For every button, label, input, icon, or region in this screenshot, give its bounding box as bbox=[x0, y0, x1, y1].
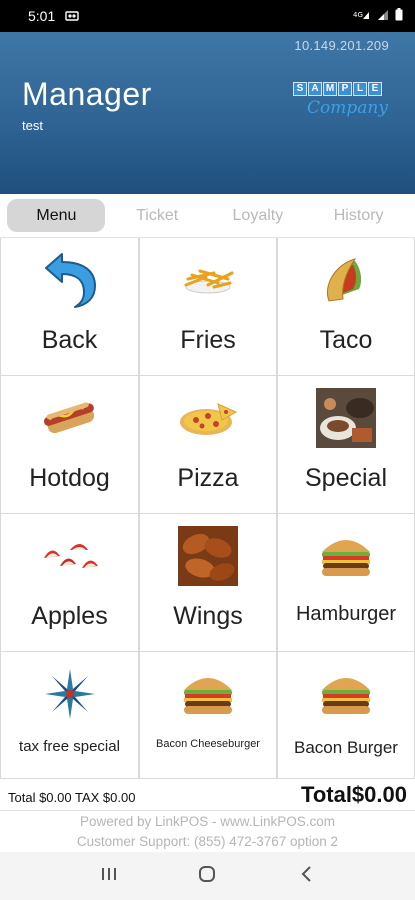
logo-letter: E bbox=[368, 82, 382, 96]
svg-text:4G: 4G bbox=[353, 11, 363, 19]
totals-bar: Total $0.00 TAX $0.00 Total$0.00 bbox=[0, 779, 415, 811]
menu-item-hamburger[interactable]: Hamburger bbox=[277, 514, 415, 652]
battery-icon bbox=[395, 8, 403, 24]
chevron-left-icon bbox=[300, 865, 312, 888]
menu-item-label: tax free special bbox=[19, 738, 120, 755]
powered-by-link[interactable]: Powered by LinkPOS - www.LinkPOS.com bbox=[0, 812, 415, 832]
logo-letter: S bbox=[293, 82, 307, 96]
tab-bar: Menu Ticket Loyalty History bbox=[0, 194, 415, 238]
menu-item-bacon-burger[interactable]: Bacon Burger bbox=[277, 652, 415, 779]
ip-address: 10.149.201.209 bbox=[294, 38, 389, 53]
menu-item-label: Taco bbox=[319, 326, 373, 354]
menu-item-taco[interactable]: Taco bbox=[277, 238, 415, 376]
wings-icon bbox=[176, 524, 240, 588]
menu-item-tax-free-special[interactable]: tax free special bbox=[0, 652, 139, 779]
menu-item-label: Fries bbox=[180, 326, 236, 354]
page-title: Manager bbox=[22, 76, 152, 112]
grand-total: Total$0.00 bbox=[301, 781, 407, 807]
app-header: 10.149.201.209 Manager test S A M P L E … bbox=[0, 32, 415, 194]
menu-item-label: Back bbox=[41, 326, 98, 354]
hamburger-icon bbox=[176, 662, 240, 726]
hamburger-icon bbox=[314, 524, 378, 588]
menu-item-hotdog[interactable]: Hotdog bbox=[0, 376, 139, 514]
status-time: 5:01 bbox=[28, 8, 56, 24]
back-arrow-icon bbox=[38, 248, 102, 312]
menu-item-apples[interactable]: Apples bbox=[0, 514, 139, 652]
system-nav-bar bbox=[0, 852, 415, 900]
tab-loyalty[interactable]: Loyalty bbox=[209, 199, 307, 232]
hotdog-icon bbox=[38, 386, 102, 450]
menu-item-label: Pizza bbox=[177, 464, 239, 492]
menu-item-fries[interactable]: Fries bbox=[139, 238, 277, 376]
menu-item-label: Hotdog bbox=[29, 464, 110, 492]
menu-item-label: Wings bbox=[173, 602, 243, 630]
logo-letter: P bbox=[338, 82, 352, 96]
logo-letter: A bbox=[308, 82, 322, 96]
company-logo: S A M P L E Company bbox=[293, 82, 395, 128]
menu-item-label: Bacon Burger bbox=[294, 738, 398, 757]
signal-icon bbox=[377, 9, 389, 24]
cast-icon bbox=[65, 8, 79, 24]
menu-item-label: Bacon Cheeseburger bbox=[156, 738, 260, 750]
totals-summary: Total $0.00 TAX $0.00 bbox=[8, 790, 136, 805]
menu-item-pizza[interactable]: Pizza bbox=[139, 376, 277, 514]
page-subtitle: test bbox=[22, 118, 43, 133]
logo-letter: M bbox=[323, 82, 337, 96]
logo-letter: L bbox=[353, 82, 367, 96]
star-burst-icon bbox=[38, 662, 102, 726]
hamburger-icon bbox=[314, 662, 378, 726]
wifi-4g-icon: 4G bbox=[353, 9, 371, 24]
support-text: Customer Support: (855) 472-3767 option … bbox=[76, 834, 339, 849]
menu-item-label: Special bbox=[305, 464, 387, 492]
special-plate-icon bbox=[314, 386, 378, 450]
recents-icon bbox=[100, 866, 118, 887]
tab-menu[interactable]: Menu bbox=[7, 199, 106, 232]
menu-item-special[interactable]: Special bbox=[277, 376, 415, 514]
fries-icon bbox=[176, 248, 240, 312]
tab-history[interactable]: History bbox=[310, 199, 408, 232]
logo-script: Company bbox=[307, 98, 388, 118]
menu-item-label: Hamburger bbox=[295, 603, 397, 625]
menu-item-back[interactable]: Back bbox=[0, 238, 139, 376]
status-bar: 5:01 4G bbox=[0, 0, 415, 32]
footer-info: Powered by LinkPOS - www.LinkPOS.com Cus… bbox=[0, 812, 415, 852]
menu-grid: Back Fries Taco Hotdog Pizza Special App… bbox=[0, 238, 415, 779]
menu-item-wings[interactable]: Wings bbox=[139, 514, 277, 652]
home-button[interactable] bbox=[187, 856, 227, 896]
pizza-icon bbox=[176, 386, 240, 450]
tab-ticket[interactable]: Ticket bbox=[108, 199, 206, 232]
menu-item-bacon-cheeseburger[interactable]: Bacon Cheeseburger bbox=[139, 652, 277, 779]
menu-item-label: Apples bbox=[31, 602, 108, 630]
apples-icon bbox=[38, 524, 102, 588]
recents-button[interactable] bbox=[89, 856, 129, 896]
taco-icon bbox=[314, 248, 378, 312]
back-button[interactable] bbox=[286, 856, 326, 896]
home-icon bbox=[198, 865, 216, 888]
